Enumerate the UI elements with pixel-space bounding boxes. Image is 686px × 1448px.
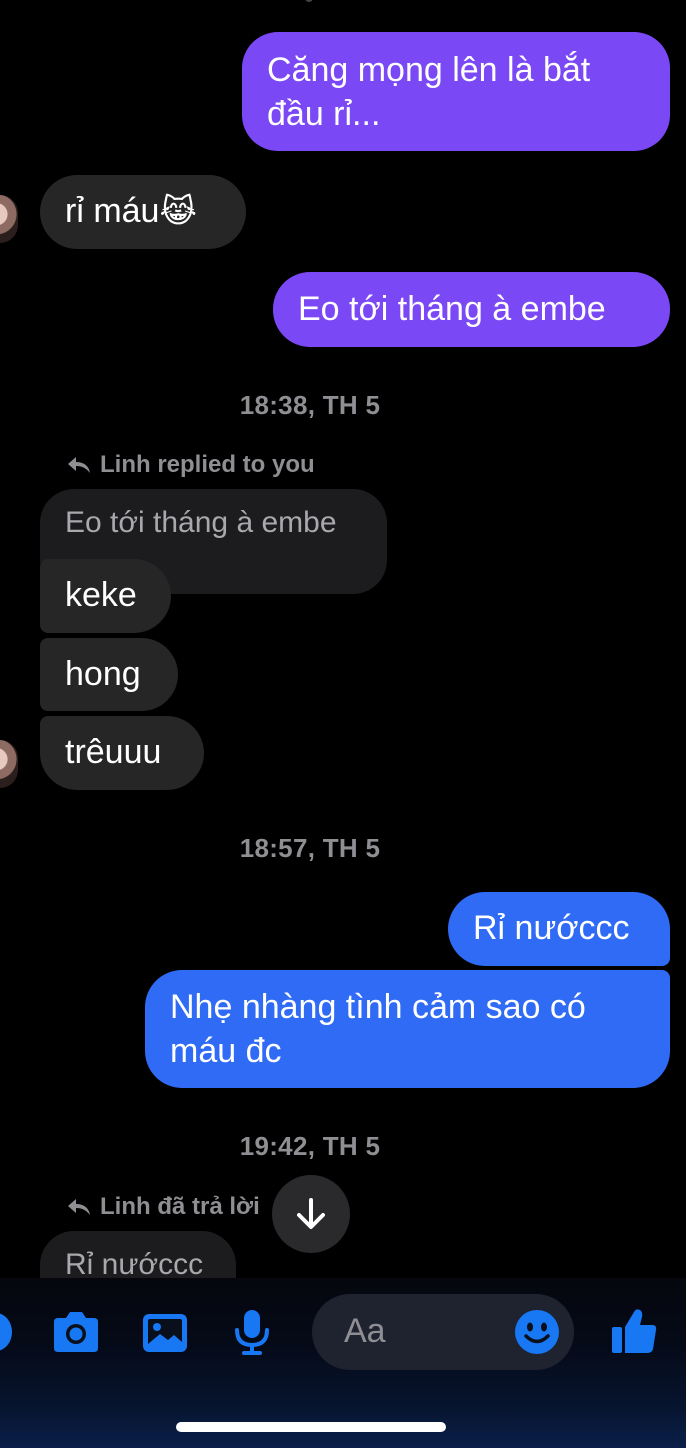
incoming-message[interactable]: keke xyxy=(40,559,171,633)
emoji-icon xyxy=(515,1310,559,1354)
reply-arrow-icon xyxy=(68,457,90,473)
arrow-down-icon xyxy=(297,1198,325,1229)
outgoing-message[interactable]: Căng mọng lên là bắt đầu rỉ... xyxy=(242,32,670,151)
camera-button[interactable] xyxy=(50,1310,102,1356)
outgoing-message[interactable]: Nhẹ nhàng tình cảm sao có máu đc xyxy=(145,970,670,1088)
timestamp: 18:57, TH 5 xyxy=(239,833,381,863)
home-indicator xyxy=(176,1422,446,1432)
avatar[interactable] xyxy=(0,740,18,788)
avatar[interactable] xyxy=(0,195,18,243)
incoming-message[interactable]: trêuuu xyxy=(40,716,204,790)
quote-text: Rỉ nướccc xyxy=(65,1248,204,1281)
reply-header: Linh đã trả lời xyxy=(66,1193,260,1221)
timestamp: 18:38, TH 5 xyxy=(239,390,381,420)
timestamp: 19:42, TH 5 xyxy=(239,1131,381,1161)
message-text: rỉ máu xyxy=(65,192,160,230)
message-text: Nhẹ nhàng tình cảm sao có xyxy=(170,988,586,1026)
outgoing-message[interactable]: Rỉ nướccc xyxy=(448,892,670,966)
message-text: đầu rỉ... xyxy=(267,95,381,133)
message-text: Rỉ nướccc xyxy=(473,909,630,947)
message-text: hong xyxy=(65,655,141,693)
microphone-icon xyxy=(235,1310,269,1355)
message-text: Eo tới tháng à embe xyxy=(298,290,606,328)
like-button[interactable] xyxy=(610,1306,658,1356)
message-text: keke xyxy=(65,576,137,614)
laughing-cat-emoji-icon: 😹 xyxy=(159,192,197,230)
emoji-button[interactable] xyxy=(514,1309,560,1355)
message-input-placeholder: Aa xyxy=(344,1312,386,1350)
reply-header: Linh replied to you xyxy=(66,451,315,479)
camera-icon xyxy=(54,1312,98,1352)
incoming-message[interactable]: hong xyxy=(40,638,178,711)
incoming-message[interactable]: rỉ máu😹 xyxy=(40,175,246,249)
reply-header-text: Linh đã trả lời xyxy=(100,1193,260,1220)
microphone-button[interactable] xyxy=(233,1308,271,1356)
top-edge-fragment xyxy=(305,0,313,2)
reply-header-text: Linh replied to you xyxy=(100,451,315,478)
thumbs-up-icon xyxy=(612,1309,657,1353)
gallery-icon xyxy=(143,1314,187,1352)
reply-arrow-icon xyxy=(68,1199,90,1215)
quote-text: Eo tới tháng à embe xyxy=(65,506,337,539)
message-text: Căng mọng lên là bắt xyxy=(267,51,591,89)
outgoing-message[interactable]: Eo tới tháng à embe xyxy=(273,272,670,347)
message-input[interactable]: Aa xyxy=(312,1294,574,1370)
gallery-button[interactable] xyxy=(141,1310,189,1356)
message-text: trêuuu xyxy=(65,733,162,771)
scroll-to-bottom-button[interactable] xyxy=(272,1175,350,1253)
message-text: máu đc xyxy=(170,1032,282,1070)
